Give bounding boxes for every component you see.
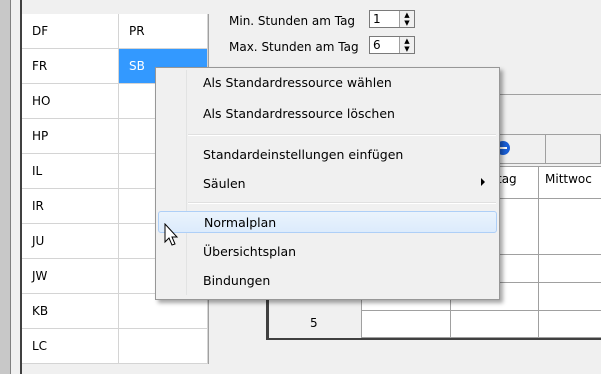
menu-item-overview-plan[interactable]: Übersichtsplan bbox=[158, 241, 497, 263]
grid-cell-value[interactable] bbox=[119, 329, 208, 364]
menu-item-insert-defaults[interactable]: Standardeinstellungen einfügen bbox=[158, 144, 497, 166]
column-header: Mittwoc bbox=[545, 172, 592, 186]
grid-cell-code[interactable]: JW bbox=[22, 259, 119, 294]
menu-separator bbox=[188, 202, 496, 204]
row-number: 5 bbox=[310, 316, 318, 330]
grid-cell-code[interactable]: DF bbox=[22, 14, 119, 49]
submenu-arrow-icon bbox=[481, 178, 485, 186]
menu-separator bbox=[188, 134, 496, 136]
grid-cell-code[interactable]: HP bbox=[22, 119, 119, 154]
context-menu: Als Standardressource wählen Als Standar… bbox=[155, 67, 500, 300]
mouse-cursor-icon bbox=[164, 223, 179, 246]
max-hours-spinner[interactable]: 6 ▲ ▼ bbox=[369, 36, 415, 54]
grid-cell-code[interactable]: LC bbox=[22, 329, 119, 364]
table-row[interactable]: LC bbox=[22, 329, 208, 364]
grid-cell-code[interactable]: IL bbox=[22, 154, 119, 189]
spinner-arrows-icon[interactable]: ▲ ▼ bbox=[399, 11, 414, 27]
menu-item-set-default-resource[interactable]: Als Standardressource wählen bbox=[158, 72, 497, 94]
max-hours-label: Max. Stunden am Tag bbox=[229, 40, 359, 54]
grid-cell-code[interactable]: IR bbox=[22, 189, 119, 224]
min-hours-spinner[interactable]: 1 ▲ ▼ bbox=[369, 10, 415, 28]
min-hours-label: Min. Stunden am Tag bbox=[229, 14, 356, 28]
menu-item-clear-default-resource[interactable]: Als Standardressource löschen bbox=[158, 103, 497, 125]
divider bbox=[538, 166, 539, 338]
min-hours-value: 1 bbox=[373, 12, 381, 26]
grid-cell-code[interactable]: HO bbox=[22, 84, 119, 119]
menu-item-columns[interactable]: Säulen bbox=[158, 173, 497, 195]
window-frame-left bbox=[0, 0, 11, 374]
grid-cell-code[interactable]: JU bbox=[22, 224, 119, 259]
grid-cell-value[interactable]: PR bbox=[119, 14, 208, 49]
grid-cell-code[interactable]: FR bbox=[22, 49, 119, 84]
table-row[interactable]: DF PR bbox=[22, 14, 208, 49]
divider bbox=[545, 134, 546, 164]
menu-item-normal-plan[interactable]: Normalplan bbox=[158, 211, 497, 233]
grid-cell-code[interactable]: KB bbox=[22, 294, 119, 329]
menu-item-bindings[interactable]: Bindungen bbox=[158, 270, 497, 292]
window-frame-inner bbox=[11, 0, 22, 374]
spinner-arrows-icon[interactable]: ▲ ▼ bbox=[399, 37, 414, 53]
max-hours-value: 6 bbox=[373, 38, 381, 52]
grid-bottom-area bbox=[22, 364, 208, 374]
table-bottom-border bbox=[266, 338, 601, 340]
